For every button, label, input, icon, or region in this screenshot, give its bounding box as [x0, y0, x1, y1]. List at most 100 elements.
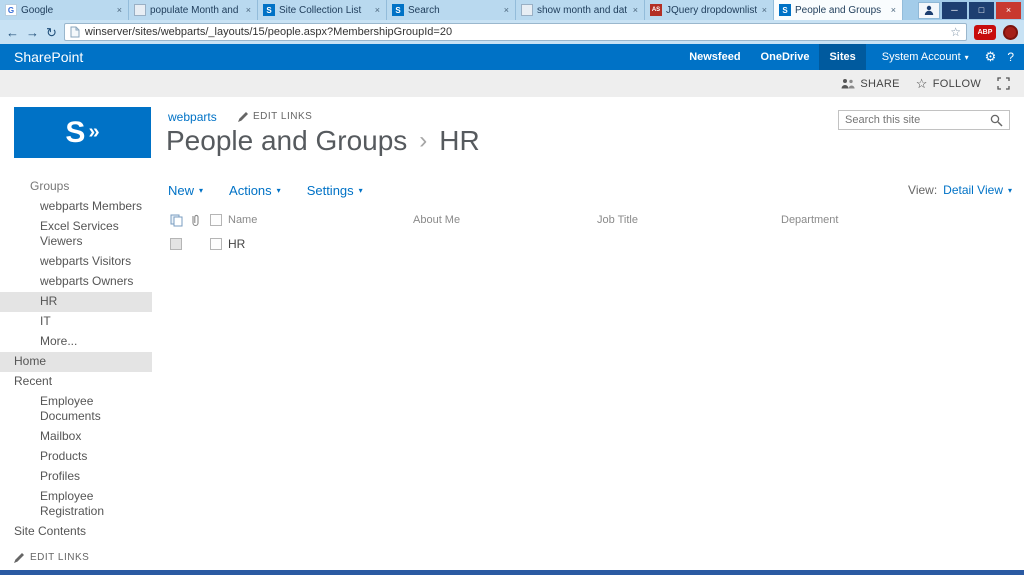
actions-menu[interactable]: Actions ▾ [229, 183, 281, 198]
suite-link-sites[interactable]: Sites [819, 44, 866, 70]
browser-tab-people-and-groups[interactable]: S People and Groups × [774, 0, 903, 20]
tab-label: JQuery dropdownlist [666, 4, 757, 16]
refresh-icon[interactable]: ↻ [46, 26, 57, 39]
breadcrumb-separator: › [419, 127, 428, 154]
help-icon[interactable]: ? [1003, 50, 1024, 64]
tab-close-icon[interactable]: × [890, 5, 897, 15]
back-icon[interactable]: ← [6, 26, 19, 39]
nav-recent-header[interactable]: Recent [0, 372, 152, 392]
search-button[interactable] [988, 114, 1009, 127]
nav-item-home[interactable]: Home [0, 352, 152, 372]
browser-tab-populate-month[interactable]: populate Month and × [129, 0, 258, 20]
person-icon [924, 5, 934, 15]
url-text[interactable]: winserver/sites/webparts/_layouts/15/peo… [85, 26, 945, 38]
suite-link-onedrive[interactable]: OneDrive [751, 44, 820, 70]
nav-item-products[interactable]: Products [0, 447, 152, 467]
sharepoint-brand: SharePoint [14, 49, 84, 65]
favorites-star-icon[interactable]: ☆ [950, 25, 961, 39]
actions-menu-label: Actions [229, 182, 272, 198]
sharepoint-suite-bar: SharePoint Newsfeed OneDrive Sites Syste… [0, 44, 1024, 70]
tab-close-icon[interactable]: × [503, 5, 510, 15]
header-checkbox[interactable] [210, 214, 222, 226]
share-label: SHARE [860, 77, 900, 90]
nav-item-it[interactable]: IT [0, 312, 152, 332]
nav-item-hr[interactable]: HR [0, 292, 152, 312]
maximize-button[interactable]: □ [969, 1, 994, 19]
windows-taskbar-edge[interactable] [0, 570, 1024, 575]
browser-tab-show-month[interactable]: show month and dat × [516, 0, 645, 20]
new-menu[interactable]: New ▾ [168, 183, 203, 198]
tab-close-icon[interactable]: × [761, 5, 768, 15]
focus-expand-icon [997, 77, 1010, 90]
job-title-column-header[interactable]: Job Title [597, 214, 781, 226]
edit-links-button-sidebar[interactable]: EDIT LINKS [0, 542, 152, 567]
nav-groups-header[interactable]: Groups [0, 177, 152, 197]
suite-links: Newsfeed OneDrive Sites System Account ▾… [679, 44, 1024, 70]
adblock-plus-icon[interactable]: ABP [974, 24, 996, 40]
browser-tab-google[interactable]: G Google × [0, 0, 129, 20]
extension-badge-icon[interactable] [1003, 24, 1018, 40]
nav-item-webparts-owners[interactable]: webparts Owners [0, 272, 152, 292]
tab-close-icon[interactable]: × [116, 5, 123, 15]
browser-navigation-bar: ← → ↻ winserver/sites/webparts/_layouts/… [0, 20, 1024, 44]
page-icon [521, 4, 533, 16]
select-all-button[interactable] [170, 214, 190, 227]
settings-menu-label: Settings [306, 182, 354, 198]
name-column-header[interactable]: Name [210, 214, 413, 226]
page-title-text: People and Groups [166, 125, 408, 156]
paperclip-icon [192, 214, 199, 226]
user-account-icon[interactable] [918, 1, 940, 19]
nav-item-employee-registration[interactable]: Employee Registration [0, 487, 152, 522]
page-content: S » webparts EDIT LINKS People and Group… [0, 97, 1024, 570]
address-bar[interactable]: winserver/sites/webparts/_layouts/15/peo… [63, 23, 967, 41]
row-select-cell[interactable] [170, 238, 190, 250]
nav-item-profiles[interactable]: Profiles [0, 467, 152, 487]
row-hover-checkbox[interactable] [170, 238, 182, 250]
edit-links-button[interactable]: EDIT LINKS [238, 111, 312, 122]
tab-close-icon[interactable]: × [374, 5, 381, 15]
sharepoint-logo-icon: S [65, 115, 86, 149]
nav-item-mailbox[interactable]: Mailbox [0, 427, 152, 447]
settings-menu[interactable]: Settings ▾ [307, 183, 363, 198]
ribbon-bar: SHARE ☆ FOLLOW [0, 70, 1024, 97]
nav-item-more[interactable]: More... [0, 332, 152, 352]
attachments-column-header[interactable] [190, 214, 210, 227]
browser-tab-site-collection-list[interactable]: S Site Collection List × [258, 0, 387, 20]
settings-gear-icon[interactable]: ⚙ [978, 49, 1004, 65]
suite-link-newsfeed[interactable]: Newsfeed [679, 44, 750, 70]
nav-item-employee-documents[interactable]: Employee Documents [0, 392, 152, 427]
site-logo[interactable]: S » [14, 107, 151, 158]
nav-item-webparts-visitors[interactable]: webparts Visitors [0, 252, 152, 272]
follow-button[interactable]: ☆ FOLLOW [916, 76, 981, 92]
browser-tab-jquery-dropdownlist[interactable]: AS JQuery dropdownlist × [645, 0, 774, 20]
row-checkbox[interactable] [210, 238, 222, 250]
table-row[interactable]: HR [168, 233, 1012, 255]
list-header-row: Name About Me Job Title Department [168, 209, 1012, 231]
tab-close-icon[interactable]: × [632, 5, 639, 15]
site-search-box [838, 110, 1010, 130]
breadcrumb-site-link[interactable]: webparts [168, 110, 217, 124]
chevron-down-icon: ▾ [358, 185, 363, 195]
about-me-column-header[interactable]: About Me [413, 214, 597, 226]
browser-tab-search[interactable]: S Search × [387, 0, 516, 20]
share-button[interactable]: SHARE [841, 78, 899, 90]
follow-star-icon: ☆ [915, 75, 928, 91]
chevron-down-icon: ▾ [964, 52, 969, 62]
minimize-button[interactable]: ─ [942, 1, 967, 19]
tab-close-icon[interactable]: × [245, 5, 252, 15]
forward-icon[interactable]: → [26, 26, 39, 39]
view-dropdown[interactable]: Detail View ▾ [943, 183, 1012, 197]
edit-links-label: EDIT LINKS [30, 552, 90, 563]
search-input[interactable] [839, 114, 988, 126]
close-button[interactable]: × [996, 1, 1021, 19]
tab-label: show month and dat [537, 4, 628, 16]
focus-mode-button[interactable] [997, 77, 1010, 90]
sharepoint-icon: S [392, 4, 404, 16]
new-menu-label: New [168, 182, 195, 198]
department-column-header[interactable]: Department [781, 214, 1012, 226]
nav-item-site-contents[interactable]: Site Contents [0, 522, 152, 542]
nav-item-webparts-members[interactable]: webparts Members [0, 197, 152, 217]
row-name-link[interactable]: HR [228, 237, 245, 251]
account-menu[interactable]: System Account ▾ [866, 51, 978, 63]
nav-item-excel-services-viewers[interactable]: Excel Services Viewers [0, 217, 152, 252]
